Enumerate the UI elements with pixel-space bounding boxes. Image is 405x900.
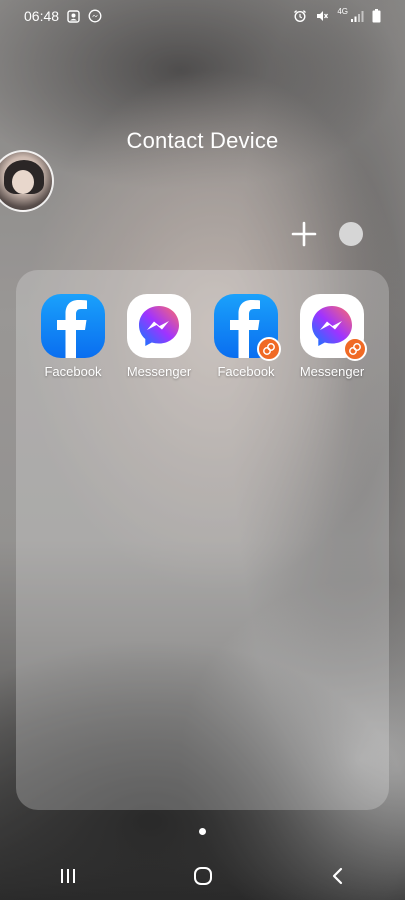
app-messenger[interactable]: Messenger	[119, 294, 199, 379]
gallery-notification-icon	[67, 9, 80, 23]
messenger-notification-icon	[88, 9, 102, 23]
alarm-icon	[293, 9, 307, 23]
dual-app-badge-icon	[343, 337, 367, 361]
vibrate-mute-icon	[315, 9, 329, 23]
app-label: Facebook	[44, 364, 102, 379]
battery-icon	[372, 9, 381, 23]
signal-icon	[350, 10, 364, 22]
folder-color-button[interactable]	[339, 222, 363, 246]
avatar-face	[12, 170, 34, 194]
messenger-icon	[127, 294, 191, 358]
page-indicator-dot	[199, 828, 206, 835]
plus-icon	[291, 221, 317, 247]
status-bar: 06:48 4G	[0, 0, 405, 32]
app-label: Messenger	[126, 364, 192, 379]
network-type: 4G	[337, 7, 348, 16]
add-apps-button[interactable]	[288, 218, 320, 250]
status-left: 06:48	[24, 8, 102, 24]
home-button[interactable]	[173, 852, 233, 900]
status-time: 06:48	[24, 8, 60, 24]
messenger-icon	[300, 294, 367, 361]
app-label: Messenger	[299, 364, 365, 379]
home-icon	[193, 867, 212, 885]
folder-title[interactable]: Contact Device	[0, 128, 405, 154]
dual-app-badge-icon	[257, 337, 281, 361]
recent-apps-icon	[60, 869, 75, 883]
status-right: 4G	[293, 7, 381, 23]
facebook-icon	[214, 294, 281, 361]
navigation-bar	[0, 852, 405, 900]
app-facebook-dual[interactable]: Facebook	[206, 294, 286, 379]
back-button[interactable]	[308, 852, 368, 900]
recent-apps-button[interactable]	[38, 852, 98, 900]
app-facebook[interactable]: Facebook	[33, 294, 113, 379]
facebook-icon	[41, 294, 105, 358]
app-messenger-dual[interactable]: Messenger	[292, 294, 372, 379]
app-label: Facebook	[217, 364, 275, 379]
back-icon	[332, 867, 342, 885]
